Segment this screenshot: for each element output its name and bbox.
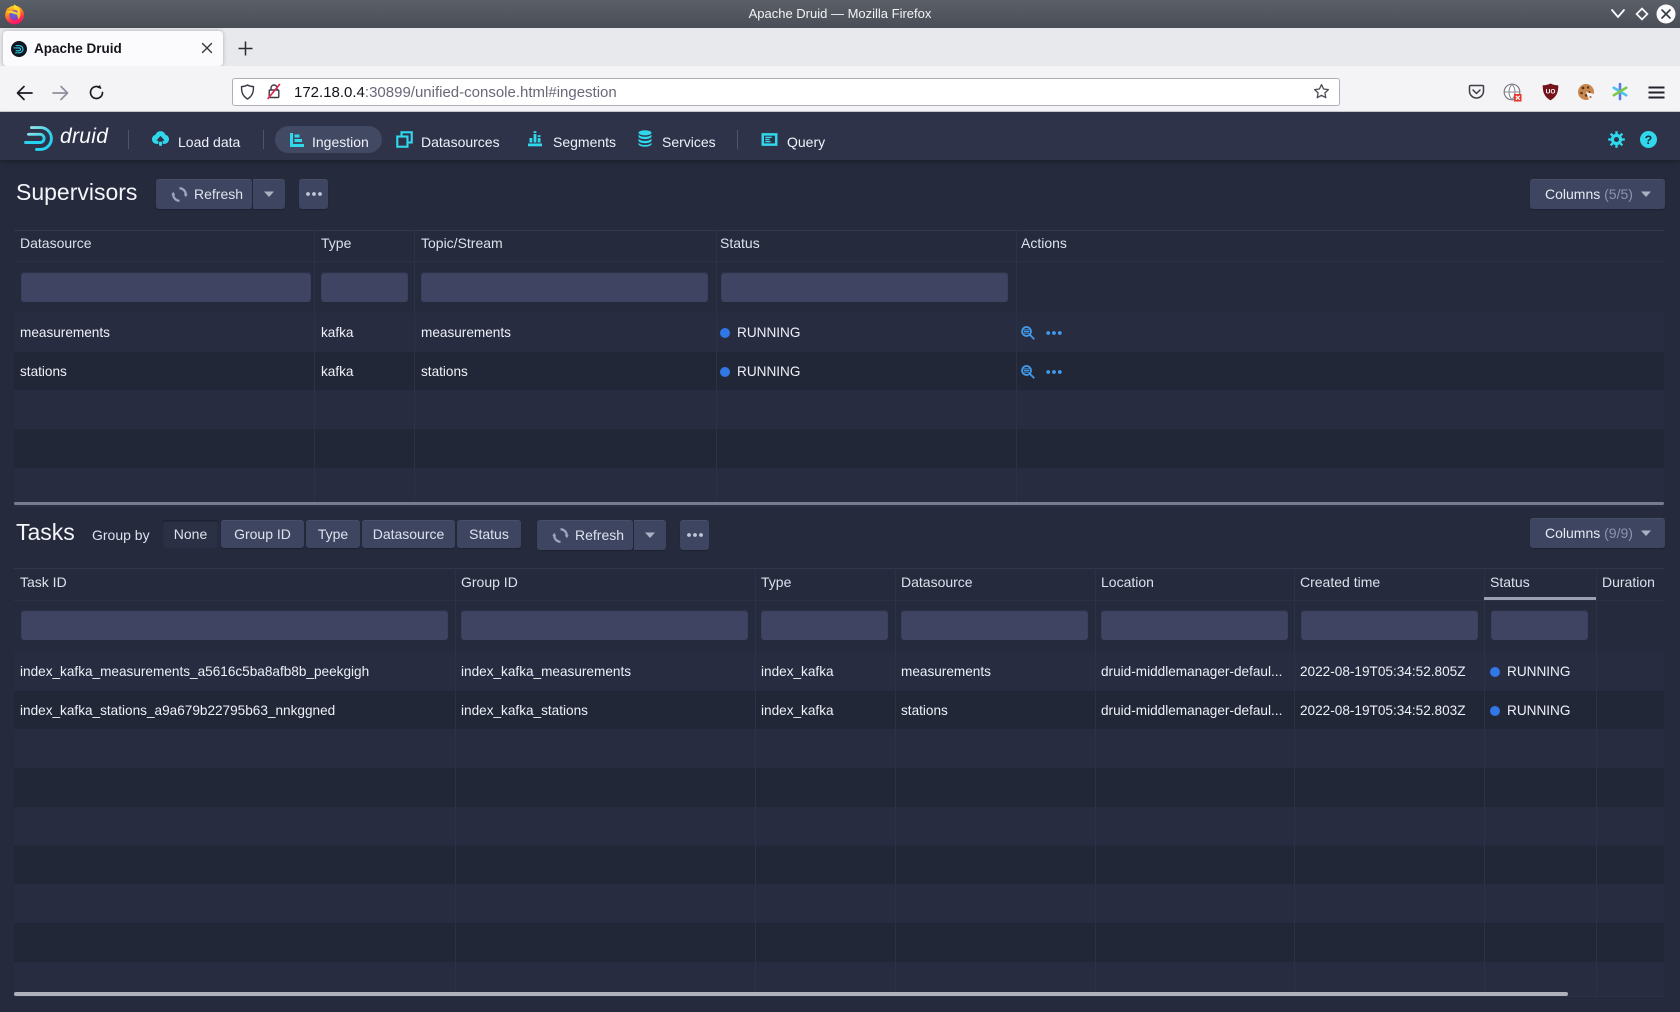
svg-text:UO: UO <box>1546 89 1556 96</box>
svg-text:?: ? <box>1645 133 1652 147</box>
